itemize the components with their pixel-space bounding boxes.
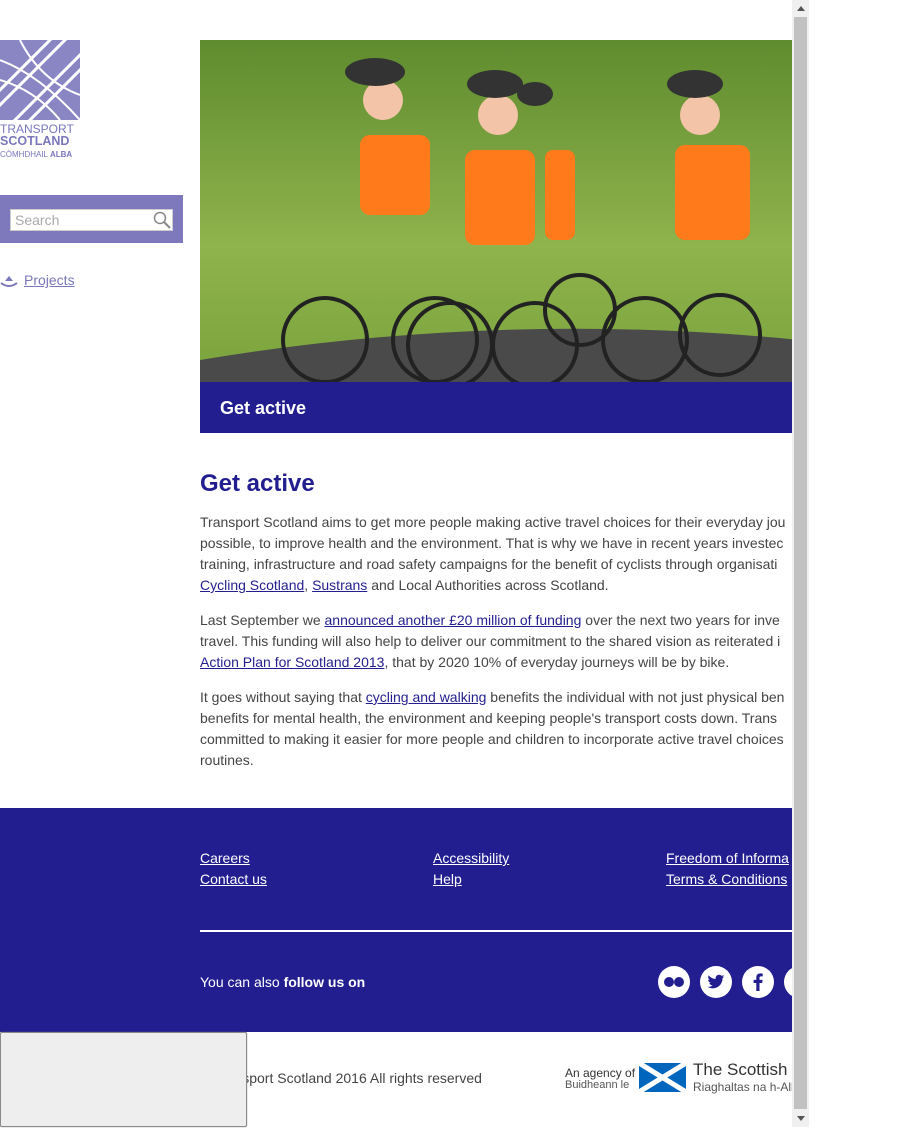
scottish-government-gaelic: Riaghaltas na h-All (693, 1080, 792, 1094)
overlay-widget[interactable] (0, 1032, 247, 1127)
follow-us-text: You can also follow us on (200, 974, 366, 990)
logo-text-scotland: SCOTLAND (0, 134, 70, 148)
sustrans-link[interactable]: Sustrans (312, 577, 367, 593)
action-plan-link[interactable]: Action Plan for Scotland 2013 (200, 654, 384, 670)
footer-link-foi[interactable]: Freedom of Informa (666, 850, 789, 866)
search-icon[interactable] (152, 211, 172, 229)
cycling-scotland-link[interactable]: Cycling Scotland (200, 577, 304, 593)
search-panel (0, 195, 183, 243)
hero-image (200, 40, 792, 382)
logo-mark-icon (0, 40, 80, 120)
scroll-up-arrow-icon[interactable] (792, 0, 809, 17)
footer-link-accessibility[interactable]: Accessibility (433, 850, 509, 866)
flickr-icon[interactable] (658, 966, 690, 998)
footer-link-help[interactable]: Help (433, 871, 462, 887)
footer-divider (200, 930, 792, 932)
cycling-walking-link[interactable]: cycling and walking (366, 689, 487, 705)
agency-of-label: An agency of (565, 1066, 636, 1080)
saltire-flag-icon (639, 1063, 686, 1092)
scroll-down-arrow-icon[interactable] (792, 1110, 809, 1127)
scrollbar-thumb[interactable] (794, 17, 807, 1109)
agency-of-gaelic-label: Buidheann le (565, 1079, 630, 1091)
site-footer: Careers Contact us Accessibility Help Fr… (0, 808, 792, 1032)
scottish-government-logo[interactable]: An agency of Buidheann le The Scottish R… (565, 1060, 792, 1100)
page-title: Get active (200, 470, 315, 497)
twitter-icon[interactable] (700, 966, 732, 998)
sidebar-item-label[interactable]: Projects (24, 272, 75, 288)
vertical-scrollbar[interactable] (792, 0, 809, 1127)
hero-banner: Get active (200, 382, 792, 433)
youtube-icon[interactable] (784, 966, 792, 998)
hero-banner-title: Get active (220, 398, 307, 418)
scottish-government-name: The Scottish (693, 1060, 788, 1079)
logo-text-gaelic: CÒMHDHAIL ALBA (0, 150, 73, 159)
paragraph-benefits: It goes without saying that cycling and … (200, 689, 785, 768)
main-content: Get active Transport Scotland aims to ge… (200, 470, 792, 785)
projects-icon (0, 272, 18, 288)
funding-announcement-link[interactable]: announced another £20 million of funding (325, 612, 582, 628)
transport-scotland-logo[interactable]: TRANSPORT SCOTLAND CÒMHDHAIL ALBA (0, 40, 82, 165)
footer-link-careers[interactable]: Careers (200, 850, 250, 866)
footer-link-contact[interactable]: Contact us (200, 871, 267, 887)
page-viewport: TRANSPORT SCOTLAND CÒMHDHAIL ALBA Projec… (0, 0, 792, 1142)
paragraph-intro: Transport Scotland aims to get more peop… (200, 514, 786, 593)
footer-link-terms[interactable]: Terms & Conditions (666, 871, 787, 887)
paragraph-funding: Last September we announced another £20 … (200, 612, 781, 670)
search-input[interactable] (10, 209, 173, 231)
facebook-icon[interactable] (742, 966, 774, 998)
sidebar-item-projects[interactable]: Projects (0, 272, 75, 288)
